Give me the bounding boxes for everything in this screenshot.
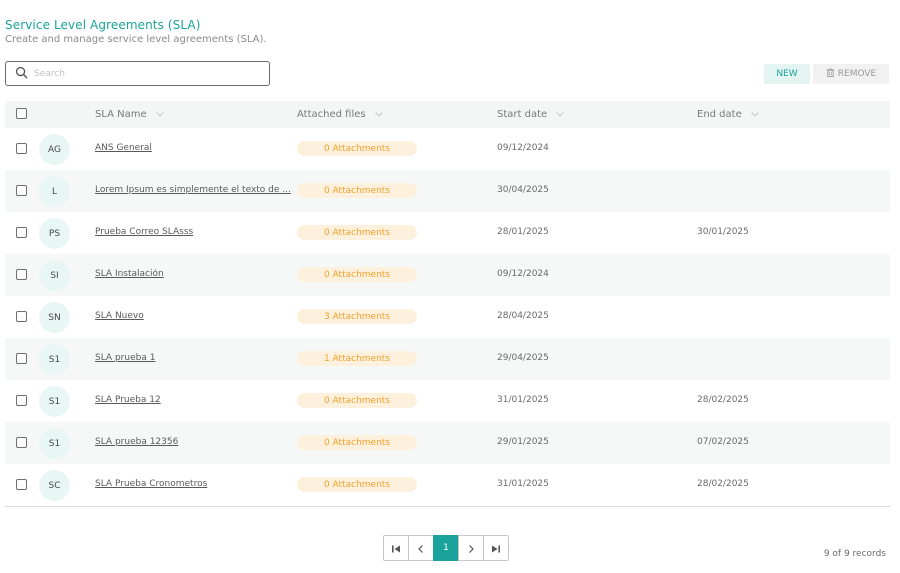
select-all-checkbox[interactable]: [16, 108, 27, 119]
start-date: 28/01/2025: [497, 227, 549, 237]
row-checkbox[interactable]: [16, 395, 27, 406]
last-page-button[interactable]: [483, 535, 509, 561]
sla-name-link[interactable]: SLA prueba 1: [95, 353, 291, 363]
table-row: S1 SLA Prueba 12 0 Attachments 31/01/202…: [5, 380, 890, 422]
sla-name-link[interactable]: SLA prueba 12356: [95, 437, 291, 447]
previous-page-button[interactable]: [408, 535, 434, 561]
start-date: 09/12/2024: [497, 269, 549, 279]
trash-icon: [826, 68, 835, 80]
avatar: S1: [39, 386, 70, 417]
chevron-down-icon: [556, 109, 565, 120]
search-input[interactable]: [34, 68, 254, 79]
sla-name-link[interactable]: SLA Nuevo: [95, 311, 291, 321]
start-date: 30/04/2025: [497, 185, 549, 195]
end-date: 28/02/2025: [697, 395, 749, 405]
remove-button[interactable]: REMOVE: [813, 64, 889, 84]
table-row: AG ANS General 0 Attachments 09/12/2024: [5, 128, 890, 170]
chevron-left-icon: [416, 539, 426, 558]
chevron-right-icon: [466, 539, 476, 558]
avatar: S1: [39, 428, 70, 459]
start-date: 31/01/2025: [497, 479, 549, 489]
start-date: 29/04/2025: [497, 353, 549, 363]
start-date: 28/04/2025: [497, 311, 549, 321]
avatar: AG: [39, 134, 70, 165]
end-date: 28/02/2025: [697, 479, 749, 489]
sla-name-link[interactable]: ANS General: [95, 143, 291, 153]
records-count: 9 of 9 records: [823, 549, 886, 559]
attachments-badge[interactable]: 0 Attachments: [297, 435, 417, 450]
column-header-name-label: SLA Name: [95, 109, 147, 120]
page-subtitle: Create and manage service level agreemen…: [5, 34, 267, 45]
table-row: SC SLA Prueba Cronometros 0 Attachments …: [5, 464, 890, 506]
avatar: PS: [39, 218, 70, 249]
start-date: 31/01/2025: [497, 395, 549, 405]
attachments-badge[interactable]: 3 Attachments: [297, 309, 417, 324]
column-header-start-label: Start date: [497, 109, 548, 120]
table-row: L Lorem Ipsum es simplemente el texto de…: [5, 170, 890, 212]
page-title: Service Level Agreements (SLA): [5, 18, 201, 32]
sla-name-link[interactable]: Lorem Ipsum es simplemente el texto de .…: [95, 185, 291, 195]
avatar: SN: [39, 302, 70, 333]
first-page-icon: [391, 539, 401, 558]
row-checkbox[interactable]: [16, 479, 27, 490]
sla-name-link[interactable]: SLA Prueba 12: [95, 395, 291, 405]
sla-name-link[interactable]: SLA Prueba Cronometros: [95, 479, 291, 489]
page-button-current[interactable]: 1: [433, 535, 459, 561]
chevron-down-icon: [155, 109, 164, 120]
table-row: S1 SLA prueba 12356 0 Attachments 29/01/…: [5, 422, 890, 464]
column-header-name[interactable]: SLA Name: [95, 109, 164, 120]
avatar: S1: [39, 344, 70, 375]
sla-name-link[interactable]: Prueba Correo SLAsss: [95, 227, 291, 237]
row-checkbox[interactable]: [16, 185, 27, 196]
remove-label: REMOVE: [837, 69, 877, 79]
avatar: SC: [39, 470, 70, 501]
start-date: 09/12/2024: [497, 143, 549, 153]
next-page-button[interactable]: [458, 535, 484, 561]
table-row: SN SLA Nuevo 3 Attachments 28/04/2025: [5, 296, 890, 338]
column-header-files-label: Attached files: [297, 109, 366, 120]
chevron-down-icon: [374, 109, 383, 120]
table-header: SLA Name Attached files Start date End d…: [5, 101, 890, 128]
sla-table: SLA Name Attached files Start date End d…: [5, 101, 890, 507]
end-date: 07/02/2025: [697, 437, 749, 447]
row-checkbox[interactable]: [16, 311, 27, 322]
end-date: 30/01/2025: [697, 227, 749, 237]
attachments-badge[interactable]: 0 Attachments: [297, 141, 417, 156]
new-button[interactable]: NEW: [764, 64, 810, 84]
column-header-end-label: End date: [697, 109, 742, 120]
table-divider: [5, 506, 890, 507]
start-date: 29/01/2025: [497, 437, 549, 447]
row-checkbox[interactable]: [16, 437, 27, 448]
row-checkbox[interactable]: [16, 227, 27, 238]
attachments-badge[interactable]: 0 Attachments: [297, 225, 417, 240]
search-box[interactable]: [5, 61, 270, 86]
attachments-badge[interactable]: 0 Attachments: [297, 393, 417, 408]
attachments-badge[interactable]: 0 Attachments: [297, 183, 417, 198]
row-checkbox[interactable]: [16, 353, 27, 364]
attachments-badge[interactable]: 0 Attachments: [297, 267, 417, 282]
sla-name-link[interactable]: SLA Instalación: [95, 269, 291, 279]
search-icon: [15, 64, 28, 83]
attachments-badge[interactable]: 0 Attachments: [297, 477, 417, 492]
pagination: 1: [383, 535, 509, 561]
column-header-files[interactable]: Attached files: [297, 109, 383, 120]
last-page-icon: [491, 539, 501, 558]
table-row: SI SLA Instalación 0 Attachments 09/12/2…: [5, 254, 890, 296]
table-row: S1 SLA prueba 1 1 Attachments 29/04/2025: [5, 338, 890, 380]
row-checkbox[interactable]: [16, 269, 27, 280]
chevron-down-icon: [750, 109, 759, 120]
column-header-end-date[interactable]: End date: [697, 109, 759, 120]
row-checkbox[interactable]: [16, 143, 27, 154]
first-page-button[interactable]: [383, 535, 409, 561]
table-row: PS Prueba Correo SLAsss 0 Attachments 28…: [5, 212, 890, 254]
column-header-start-date[interactable]: Start date: [497, 109, 565, 120]
avatar: L: [39, 176, 70, 207]
avatar: SI: [39, 260, 70, 291]
attachments-badge[interactable]: 1 Attachments: [297, 351, 417, 366]
